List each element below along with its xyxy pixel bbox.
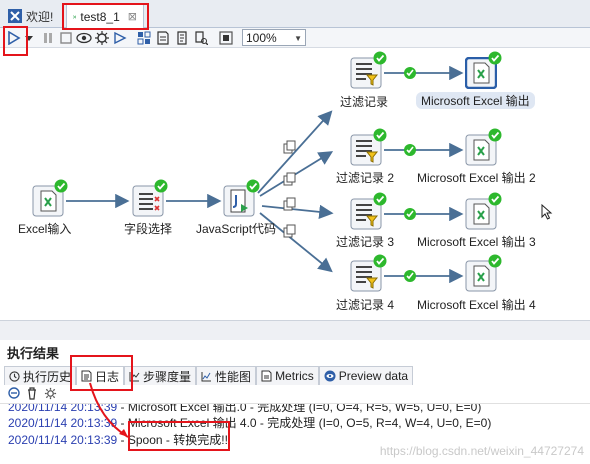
annotation-arrow: [89, 382, 129, 438]
